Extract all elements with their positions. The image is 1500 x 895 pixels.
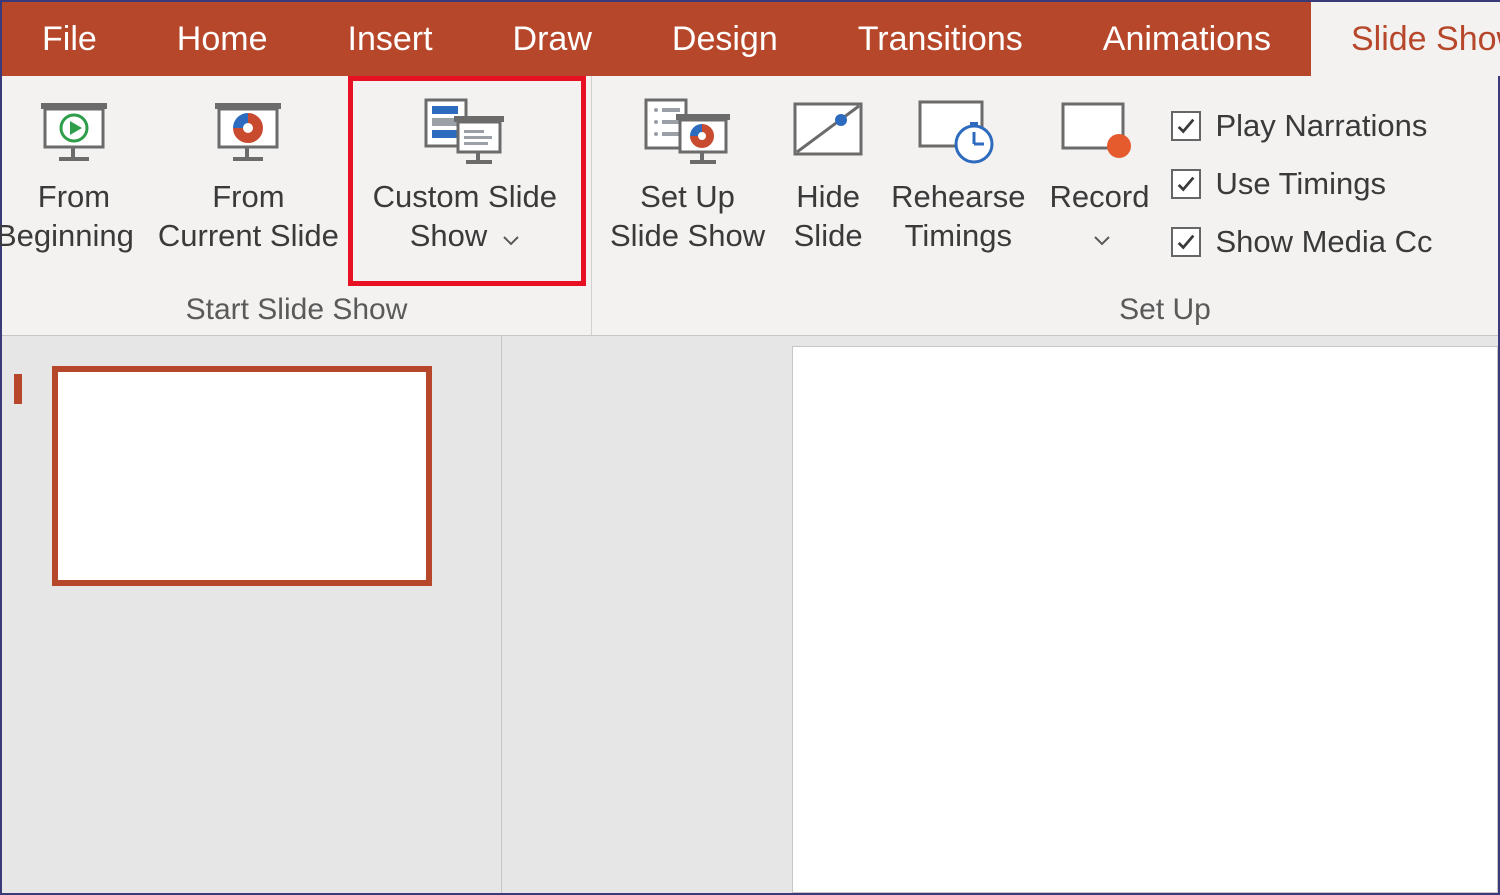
- checkbox-checked-icon: [1171, 169, 1201, 199]
- slide-number-indicator: [14, 374, 22, 404]
- slide-canvas-area: [502, 336, 1498, 893]
- from-current-label-2: Current Slide: [158, 217, 339, 256]
- rehearse-timings-icon: [916, 92, 1000, 170]
- from-beginning-button[interactable]: From Beginning: [2, 86, 146, 262]
- group-label-setup: Set Up: [832, 293, 1498, 335]
- slide-canvas[interactable]: [792, 346, 1498, 893]
- ribbon: From Beginning: [2, 76, 1498, 336]
- present-from-current-icon: [209, 92, 287, 170]
- tab-transitions[interactable]: Transitions: [818, 2, 1063, 76]
- use-timings-checkbox[interactable]: Use Timings: [1171, 166, 1432, 202]
- set-up-slide-show-icon: [642, 92, 734, 170]
- custom-slide-show-icon: [420, 92, 510, 170]
- set-up-slide-show-button[interactable]: Set Up Slide Show: [598, 86, 777, 262]
- custom-slide-show-button[interactable]: Custom Slide Show: [351, 86, 579, 262]
- custom-show-label-2: Show: [410, 218, 488, 253]
- rehearse-timings-button[interactable]: Rehearse Timings: [879, 86, 1037, 262]
- rehearse-label-1: Rehearse: [891, 178, 1025, 217]
- custom-show-label-1: Custom Slide: [373, 178, 557, 217]
- show-media-controls-checkbox[interactable]: Show Media Cc: [1171, 224, 1432, 260]
- checkbox-checked-icon: [1171, 111, 1201, 141]
- set-up-label-1: Set Up: [610, 178, 765, 217]
- hide-slide-label-1: Hide: [794, 178, 863, 217]
- tab-animations[interactable]: Animations: [1063, 2, 1311, 76]
- tab-home[interactable]: Home: [137, 2, 308, 76]
- tab-draw[interactable]: Draw: [473, 2, 632, 76]
- chevron-down-icon: [502, 234, 520, 246]
- from-beginning-label-1: From: [14, 178, 134, 217]
- slide-thumbnail-panel[interactable]: [2, 336, 502, 893]
- chevron-down-icon: [1093, 234, 1111, 246]
- tab-design[interactable]: Design: [632, 2, 818, 76]
- from-current-slide-button[interactable]: From Current Slide: [146, 86, 351, 262]
- from-current-label-1: From: [158, 178, 339, 217]
- play-narrations-label: Play Narrations: [1215, 108, 1427, 144]
- set-up-label-2: Slide Show: [610, 217, 765, 256]
- group-label-start: Start Slide Show: [2, 293, 591, 335]
- hide-slide-icon: [789, 92, 867, 170]
- present-from-beginning-icon: [35, 92, 113, 170]
- hide-slide-button[interactable]: Hide Slide: [777, 86, 879, 262]
- ribbon-tabs: File Home Insert Draw Design Transitions…: [2, 2, 1498, 76]
- tab-slide-show[interactable]: Slide Show: [1311, 2, 1500, 76]
- play-narrations-checkbox[interactable]: Play Narrations: [1171, 108, 1432, 144]
- tab-insert[interactable]: Insert: [308, 2, 473, 76]
- slide-thumbnail-1[interactable]: [52, 366, 432, 586]
- slideshow-options: Play Narrations Use Timings Show Media C…: [1161, 86, 1440, 260]
- record-label-1: Record: [1050, 178, 1150, 217]
- from-beginning-label-2: Beginning: [0, 217, 134, 256]
- tab-file[interactable]: File: [2, 2, 137, 76]
- rehearse-label-2: Timings: [891, 217, 1025, 256]
- record-button[interactable]: Record: [1038, 86, 1162, 262]
- hide-slide-label-2: Slide: [794, 217, 863, 256]
- show-media-label: Show Media Cc: [1215, 224, 1432, 260]
- record-icon: [1059, 92, 1139, 170]
- use-timings-label: Use Timings: [1215, 166, 1386, 202]
- checkbox-checked-icon: [1171, 227, 1201, 257]
- editor-area: [2, 336, 1498, 893]
